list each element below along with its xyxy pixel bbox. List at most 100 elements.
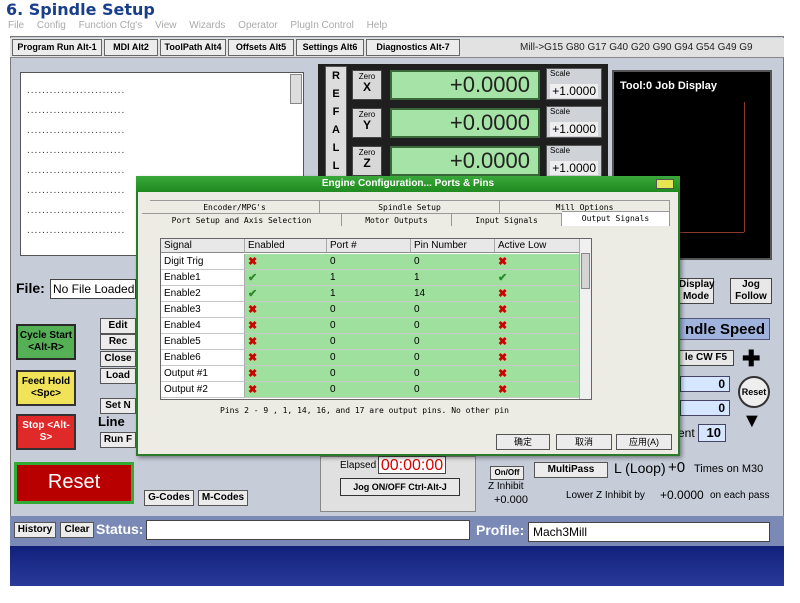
cell-enabled[interactable]: ✖: [245, 302, 327, 318]
cell-active-low[interactable]: ✖: [495, 318, 581, 334]
cell-pin[interactable]: 0: [411, 318, 495, 334]
cell-active-low[interactable]: ✖: [495, 286, 581, 302]
cell-active-low[interactable]: ✖: [495, 382, 581, 398]
z-inhibit-value[interactable]: +0.000: [494, 494, 528, 506]
column-header-signal[interactable]: Signal: [161, 239, 245, 253]
display-mode-button[interactable]: Display Mode: [678, 278, 715, 304]
menu-plugin[interactable]: PlugIn Control: [290, 20, 353, 31]
tab-output-signals[interactable]: Output Signals: [562, 211, 670, 226]
lower-z-value[interactable]: +0.0000: [660, 488, 704, 502]
apply-button[interactable]: 应用(A): [616, 434, 672, 450]
history-button[interactable]: History: [14, 522, 56, 538]
stop-button[interactable]: Stop <Alt-S>: [16, 414, 76, 450]
cell-signal[interactable]: Enable2: [161, 286, 245, 302]
tab-program-run[interactable]: Program Run Alt-1: [12, 39, 102, 56]
cell-signal[interactable]: Digit Trig: [161, 254, 245, 270]
scrollbar-thumb[interactable]: [581, 253, 590, 289]
cell-signal[interactable]: Output #1: [161, 366, 245, 382]
cell-pin[interactable]: 0: [411, 382, 495, 398]
column-header-port[interactable]: Port #: [327, 239, 411, 253]
menu-function-cfg[interactable]: Function Cfg's: [79, 20, 143, 31]
cell-enabled[interactable]: ✖: [245, 334, 327, 350]
menu-view[interactable]: View: [155, 20, 177, 31]
scale-value[interactable]: +1.0000: [550, 84, 598, 98]
scale-value[interactable]: +1.0000: [550, 161, 598, 175]
cell-pin[interactable]: 0: [411, 254, 495, 270]
reset-button[interactable]: Reset: [14, 462, 134, 504]
cell-pin[interactable]: 0: [411, 334, 495, 350]
column-header-pin[interactable]: Pin Number: [411, 239, 495, 253]
cell-port[interactable]: 0: [327, 254, 411, 270]
cell-signal[interactable]: Enable3: [161, 302, 245, 318]
clear-button[interactable]: Clear: [60, 522, 94, 538]
tab-encoder-mpg[interactable]: Encoder/MPG's: [150, 200, 320, 213]
grid-scrollbar[interactable]: [579, 239, 591, 399]
cell-active-low[interactable]: ✖: [495, 254, 581, 270]
cell-pin[interactable]: 0: [411, 350, 495, 366]
edit-gcode-button[interactable]: Edit: [100, 318, 136, 334]
cell-port[interactable]: 0: [327, 382, 411, 398]
cell-active-low[interactable]: ✖: [495, 350, 581, 366]
cell-enabled[interactable]: ✖: [245, 350, 327, 366]
close-gcode-button[interactable]: Close: [100, 351, 136, 367]
dro-z[interactable]: +0.0000: [390, 146, 540, 176]
cycle-start-button[interactable]: Cycle Start <Alt-R>: [16, 324, 76, 360]
spindle-up-icon[interactable]: ✚: [742, 346, 760, 372]
cell-pin[interactable]: 1: [411, 270, 495, 286]
loop-value[interactable]: +0: [668, 459, 685, 476]
cell-signal[interactable]: Enable6: [161, 350, 245, 366]
cell-pin[interactable]: 14: [411, 286, 495, 302]
jog-follow-button[interactable]: Jog Follow: [730, 278, 772, 304]
m-codes-button[interactable]: M-Codes: [198, 490, 248, 506]
menu-help[interactable]: Help: [367, 20, 388, 31]
spindle-reset-button[interactable]: Reset: [738, 376, 770, 408]
cell-signal[interactable]: Enable5: [161, 334, 245, 350]
tab-spindle-setup[interactable]: Spindle Setup: [320, 200, 500, 213]
g-codes-button[interactable]: G-Codes: [144, 490, 194, 506]
cancel-button[interactable]: 取消: [556, 434, 612, 450]
cell-active-low[interactable]: ✖: [495, 366, 581, 382]
cell-port[interactable]: 1: [327, 286, 411, 302]
ref-all-home-button[interactable]: R E F A L L: [325, 66, 347, 180]
cell-port[interactable]: 0: [327, 318, 411, 334]
cell-enabled[interactable]: ✖: [245, 318, 327, 334]
tab-mdi[interactable]: MDI Alt2: [104, 39, 158, 56]
cell-active-low[interactable]: ✖: [495, 334, 581, 350]
tab-diagnostics[interactable]: Diagnostics Alt-7: [366, 39, 460, 56]
zero-z-button[interactable]: Zero Z: [352, 146, 382, 176]
tab-settings[interactable]: Settings Alt6: [296, 39, 364, 56]
spindle-cw-button[interactable]: le CW F5: [678, 350, 734, 366]
jog-onoff-button[interactable]: Jog ON/OFF Ctrl-Alt-J: [340, 478, 460, 496]
cell-port[interactable]: 1: [327, 270, 411, 286]
menu-config[interactable]: Config: [37, 20, 66, 31]
tab-offsets[interactable]: Offsets Alt5: [228, 39, 294, 56]
menu-wizards[interactable]: Wizards: [189, 20, 225, 31]
menu-operator[interactable]: Operator: [238, 20, 277, 31]
tab-port-setup[interactable]: Port Setup and Axis Selection: [142, 213, 342, 226]
cell-port[interactable]: 0: [327, 334, 411, 350]
cell-enabled[interactable]: ✖: [245, 382, 327, 398]
column-header-active-low[interactable]: Active Low: [495, 239, 581, 253]
cell-pin[interactable]: 0: [411, 302, 495, 318]
cell-signal[interactable]: Enable1: [161, 270, 245, 286]
recent-file-button[interactable]: Rec: [100, 334, 136, 350]
scale-value[interactable]: +1.0000: [550, 122, 598, 136]
feed-hold-button[interactable]: Feed Hold <Spc>: [16, 370, 76, 406]
cell-enabled[interactable]: ✔: [245, 286, 327, 302]
tab-motor-outputs[interactable]: Motor Outputs: [342, 213, 452, 226]
cell-signal[interactable]: Output #2: [161, 382, 245, 398]
cell-active-low[interactable]: ✔: [495, 270, 581, 286]
cell-enabled[interactable]: ✖: [245, 366, 327, 382]
run-from-here-button[interactable]: Run F: [100, 432, 136, 448]
load-gcode-button[interactable]: Load: [100, 368, 136, 384]
multipass-button[interactable]: MultiPass: [534, 462, 608, 478]
menu-file[interactable]: File: [8, 20, 24, 31]
z-inhibit-onoff-button[interactable]: On/Off: [490, 466, 524, 480]
gcode-scrollbar[interactable]: [290, 74, 302, 104]
cell-port[interactable]: 0: [327, 366, 411, 382]
dro-y[interactable]: +0.0000: [390, 108, 540, 138]
dialog-close-button[interactable]: [656, 179, 674, 189]
cell-enabled[interactable]: ✔: [245, 270, 327, 286]
cell-active-low[interactable]: ✖: [495, 302, 581, 318]
cell-port[interactable]: 0: [327, 350, 411, 366]
